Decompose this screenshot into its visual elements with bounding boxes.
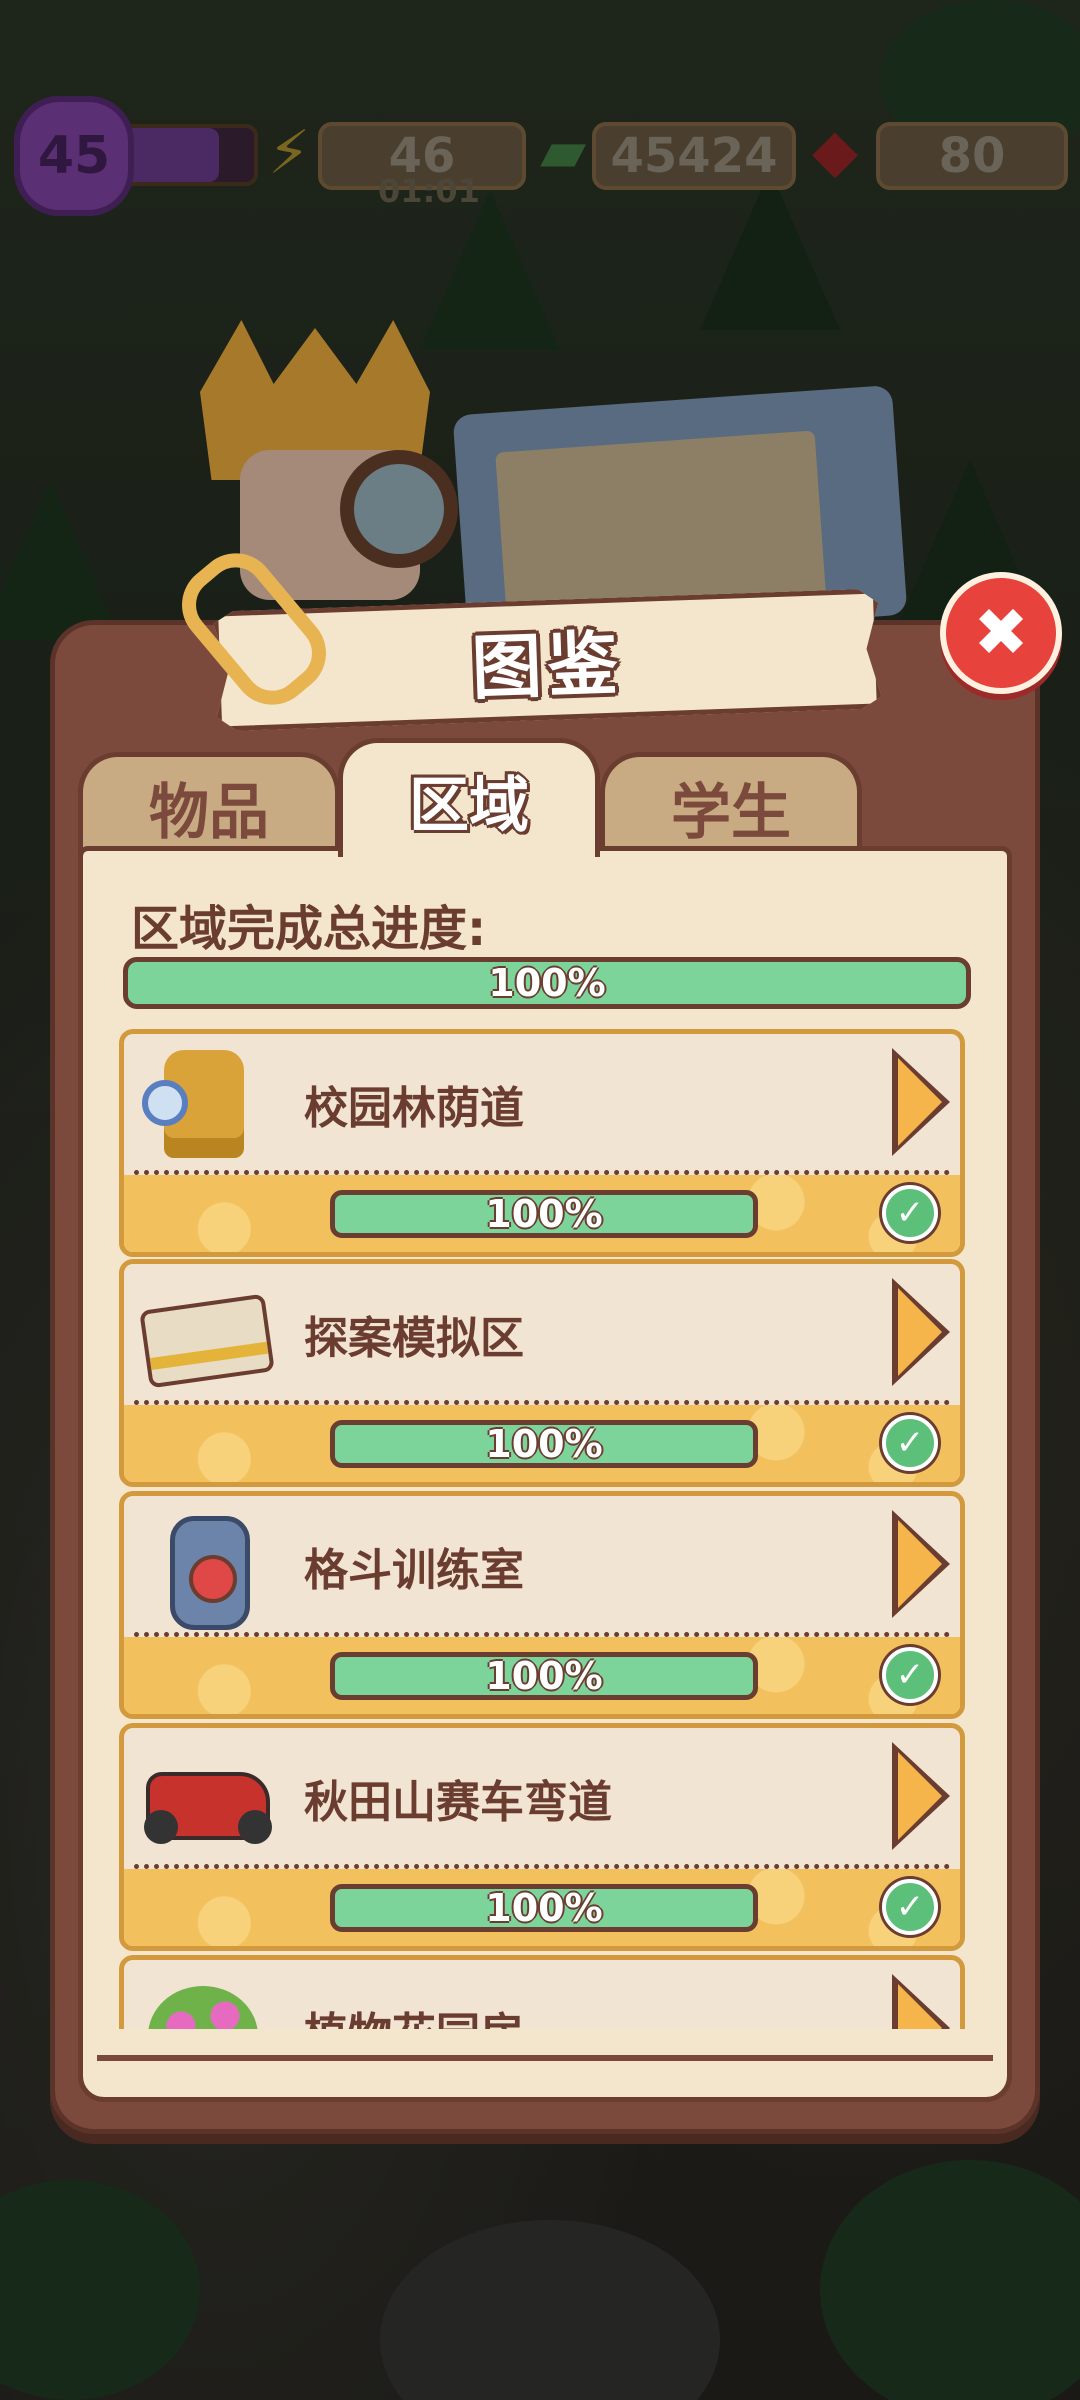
- area-name: 校园林荫道: [304, 1083, 524, 1134]
- evidence-tape-icon: [139, 1274, 275, 1392]
- level-badge[interactable]: 45: [14, 96, 134, 216]
- overall-progress-bar: 100%: [123, 957, 971, 1009]
- area-card: 秋田山赛车弯道 100% ✓: [119, 1723, 965, 1951]
- checkmark-icon: ✓: [882, 1185, 938, 1241]
- chevron-right-icon[interactable]: [892, 1510, 950, 1618]
- area-card-header[interactable]: 秋田山赛车弯道: [124, 1728, 960, 1864]
- close-button[interactable]: ✖: [940, 572, 1062, 694]
- area-progress-row: 100% ✓: [124, 1869, 960, 1946]
- chevron-right-icon[interactable]: [892, 1742, 950, 1850]
- overall-progress-text: 100%: [488, 961, 606, 1005]
- tab-label: 区域: [409, 770, 529, 841]
- ruby-gem-icon: ◆: [812, 116, 859, 186]
- area-card: 校园林荫道 100% ✓: [119, 1029, 965, 1257]
- cash-value: 45424: [610, 128, 778, 184]
- gems-value: 80: [938, 128, 1006, 184]
- area-progress-bar: 100%: [330, 1190, 758, 1238]
- flower-bush-icon: [144, 1970, 264, 2029]
- tab-label: 物品: [149, 777, 269, 848]
- area-progress-bar: 100%: [330, 1652, 758, 1700]
- top-hud: 45 46 ⚡ 01:01 45424 ▰ 80 ◆: [0, 0, 1080, 216]
- area-name: 秋田山赛车弯道: [304, 1777, 612, 1828]
- cash-stack-icon: ▰: [540, 116, 587, 186]
- area-progress-text: 100%: [485, 1654, 603, 1698]
- area-card-header[interactable]: 格斗训练室: [124, 1496, 960, 1632]
- area-progress-bar: 100%: [330, 1884, 758, 1932]
- energy-timer: 01:01: [378, 172, 480, 210]
- area-progress-bar: 100%: [330, 1420, 758, 1468]
- chevron-right-icon[interactable]: [892, 1974, 950, 2029]
- area-progress-row: 100% ✓: [124, 1175, 960, 1252]
- area-progress-text: 100%: [485, 1192, 603, 1236]
- list-divider: [97, 2055, 993, 2061]
- area-name: 植物花园房: [304, 1998, 524, 2029]
- area-progress-row: 100% ✓: [124, 1405, 960, 1482]
- area-card-header[interactable]: 植物花园房: [124, 1960, 960, 2029]
- dialog-title: 图鉴: [470, 621, 626, 710]
- golden-statue-icon: [142, 1044, 264, 1162]
- area-name: 探案模拟区: [304, 1313, 524, 1364]
- tab-areas[interactable]: 区域: [338, 738, 600, 857]
- area-progress-row: 100% ✓: [124, 1637, 960, 1714]
- gems-counter[interactable]: 80: [876, 122, 1068, 190]
- area-progress-text: 100%: [485, 1886, 603, 1930]
- area-list[interactable]: 校园林荫道 100% ✓ 探案模拟区 100% ✓ 格斗训练室 100% ✓ 秋…: [119, 1029, 965, 2029]
- close-icon: ✖: [973, 594, 1029, 671]
- area-progress-text: 100%: [485, 1422, 603, 1466]
- lightning-icon: ⚡: [268, 118, 311, 188]
- chevron-right-icon[interactable]: [892, 1048, 950, 1156]
- tab-label: 学生: [671, 777, 791, 848]
- chevron-right-icon[interactable]: [892, 1278, 950, 1386]
- cash-counter[interactable]: 45424: [592, 122, 796, 190]
- tab-items[interactable]: 物品: [78, 752, 340, 857]
- race-kart-icon: [144, 1738, 272, 1856]
- area-card: 格斗训练室 100% ✓: [119, 1491, 965, 1719]
- checkmark-icon: ✓: [882, 1647, 938, 1703]
- area-card-header[interactable]: 校园林荫道: [124, 1034, 960, 1170]
- area-card: 植物花园房: [119, 1955, 965, 2029]
- magnifier-icon: [340, 450, 458, 568]
- area-card-header[interactable]: 探案模拟区: [124, 1264, 960, 1400]
- area-name: 格斗训练室: [304, 1545, 524, 1596]
- areas-content: 区域完成总进度: 100% 校园林荫道 100% ✓ 探案模拟区 100% ✓ …: [78, 846, 1012, 2102]
- tab-students[interactable]: 学生: [600, 752, 862, 857]
- punching-bag-icon: [144, 1506, 264, 1630]
- area-card: 探案模拟区 100% ✓: [119, 1259, 965, 1487]
- checkmark-icon: ✓: [882, 1415, 938, 1471]
- level-value: 45: [37, 126, 111, 186]
- overall-progress-label: 区域完成总进度:: [131, 901, 487, 957]
- checkmark-icon: ✓: [882, 1879, 938, 1935]
